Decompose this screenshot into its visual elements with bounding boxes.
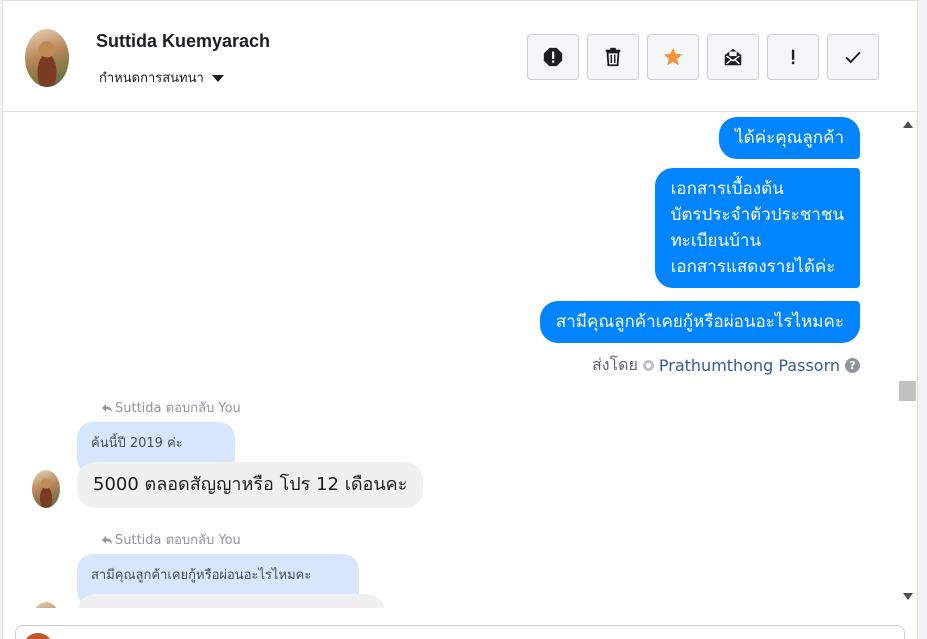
mark-spam-button[interactable] bbox=[527, 34, 579, 80]
contact-avatar[interactable] bbox=[25, 29, 69, 87]
reply-label-text: Suttida ตอบกลับ You bbox=[115, 533, 241, 548]
scrollbar-thumb[interactable] bbox=[899, 381, 916, 401]
outgoing-message[interactable]: สามีคุณลูกค้าเคยกู้หรือผ่อนอะไรไหมคะ bbox=[539, 301, 860, 343]
reply-label-text: Suttida ตอบกลับ You bbox=[115, 401, 241, 416]
outgoing-message[interactable]: เอกสารเบื้องต้น บัตรประจำตัวประชาชน ทะเบ… bbox=[654, 168, 860, 288]
trash-icon bbox=[605, 47, 621, 67]
incoming-message[interactable] bbox=[77, 594, 385, 608]
assign-label: กำหนดการสนทนา bbox=[99, 71, 204, 86]
scroll-down-arrow-icon[interactable] bbox=[903, 593, 913, 600]
sent-by-prefix: ส่งโดย bbox=[591, 355, 638, 374]
exclamation-icon bbox=[791, 49, 795, 65]
incoming-message[interactable]: 5000 ตลอดสัญญาหรือ โปร 12 เดือนคะ bbox=[77, 462, 424, 508]
scroll-up-arrow-icon[interactable] bbox=[903, 121, 913, 128]
message-input[interactable] bbox=[15, 625, 905, 639]
reply-arrow-icon bbox=[102, 403, 112, 412]
envelope-icon bbox=[724, 48, 742, 66]
conversation-header: Suttida Kuemyarach กำหนดการสนทนา bbox=[3, 1, 917, 112]
conversation-panel: Suttida Kuemyarach กำหนดการสนทนา ได้ค่ะค… bbox=[2, 0, 918, 639]
sent-by-line: ส่งโดย Prathumthong Passorn ? bbox=[592, 353, 860, 378]
action-toolbar bbox=[527, 34, 879, 80]
composer-area bbox=[3, 608, 917, 639]
star-icon bbox=[663, 47, 683, 66]
message-scrollbar[interactable] bbox=[898, 113, 917, 608]
message-list[interactable]: ได้ค่ะคุณลูกค้า เอกสารเบื้องต้น บัตรประจ… bbox=[3, 113, 898, 608]
alert-octagon-icon bbox=[543, 47, 563, 67]
page-icon bbox=[642, 360, 654, 371]
assign-conversation-dropdown[interactable]: กำหนดการสนทนา bbox=[99, 67, 224, 88]
caret-down-icon bbox=[211, 74, 224, 82]
star-button[interactable] bbox=[647, 34, 699, 80]
reply-arrow-icon bbox=[102, 535, 112, 544]
follow-up-button[interactable] bbox=[767, 34, 819, 80]
reply-indicator: Suttida ตอบกลับ You bbox=[101, 529, 241, 550]
help-icon[interactable]: ? bbox=[845, 358, 860, 373]
check-icon bbox=[845, 51, 861, 64]
mark-unread-button[interactable] bbox=[707, 34, 759, 80]
delete-button[interactable] bbox=[587, 34, 639, 80]
contact-avatar-small[interactable] bbox=[32, 470, 60, 508]
contact-name[interactable]: Suttida Kuemyarach bbox=[96, 31, 270, 52]
outgoing-message-text: เอกสารเบื้องต้น บัตรประจำตัวประชาชน ทะเบ… bbox=[670, 179, 844, 277]
sender-name-link[interactable]: Prathumthong Passorn bbox=[659, 356, 840, 375]
reply-indicator: Suttida ตอบกลับ You bbox=[101, 397, 241, 418]
done-button[interactable] bbox=[827, 34, 879, 80]
outgoing-message[interactable]: ได้ค่ะคุณลูกค้า bbox=[719, 117, 860, 159]
